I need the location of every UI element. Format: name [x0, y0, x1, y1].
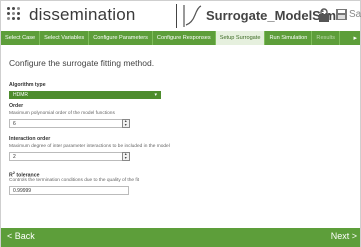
r2-tolerance-input[interactable]: 0.99999	[9, 186, 129, 195]
tab-select-variables[interactable]: Select Variables	[40, 31, 90, 45]
tab-setup-surrogate[interactable]: Setup Surrogate	[215, 31, 266, 45]
interaction-order-description: Maximum degree of inter parameter intera…	[9, 144, 170, 149]
tab-configure-responses[interactable]: Configure Responses	[153, 31, 216, 45]
main-content: Configure the surrogate fitting method. …	[1, 45, 360, 228]
header: dissemination Surrogate_ModelSim Save	[1, 1, 361, 30]
stepper-down-icon[interactable]: ▼	[124, 156, 128, 161]
back-button[interactable]: < Back	[7, 231, 35, 241]
save-icon[interactable]	[336, 9, 347, 20]
model-icon	[183, 5, 202, 27]
stepper-down-icon[interactable]: ▼	[124, 123, 128, 128]
page-heading: Configure the surrogate fitting method.	[9, 58, 155, 68]
algorithm-type-label: Algorithm type	[9, 82, 46, 88]
model-title: Surrogate_ModelSim	[206, 8, 337, 23]
lock-icon[interactable]	[318, 8, 330, 22]
save-label[interactable]: Save	[349, 9, 361, 20]
order-stepper[interactable]: ▲ ▼	[122, 119, 130, 128]
tab-run-simulation[interactable]: Run Simulation	[265, 31, 313, 45]
r2-tolerance-description: Controls the termination conditions due …	[9, 178, 140, 183]
tab-results[interactable]: Results	[312, 31, 341, 45]
dissemination-logo-icon	[7, 7, 25, 23]
header-divider	[176, 4, 177, 28]
interaction-order-stepper[interactable]: ▲ ▼	[122, 152, 130, 161]
next-button[interactable]: Next >	[331, 231, 357, 241]
algorithm-type-value: HDMR	[13, 92, 28, 98]
algorithm-type-select[interactable]: HDMR ▾	[9, 91, 161, 99]
tab-scroll-right-icon[interactable]: ▸	[353, 34, 357, 42]
order-input[interactable]: 6	[9, 119, 129, 128]
interaction-order-input[interactable]: 2	[9, 152, 129, 161]
tab-bar: Select Case Select Variables Configure P…	[1, 31, 360, 45]
app-window: dissemination Surrogate_ModelSim Save Se…	[0, 0, 361, 247]
order-description: Maximum polynomial order of the model fu…	[9, 111, 115, 116]
tab-configure-parameters[interactable]: Configure Parameters	[89, 31, 153, 45]
interaction-order-label: Interaction order	[9, 136, 51, 142]
footer-bar: < Back Next >	[1, 228, 360, 247]
caret-down-icon: ▾	[154, 92, 157, 98]
tab-select-case[interactable]: Select Case	[1, 31, 41, 45]
app-name: dissemination	[29, 5, 136, 24]
order-label: Order	[9, 103, 24, 109]
